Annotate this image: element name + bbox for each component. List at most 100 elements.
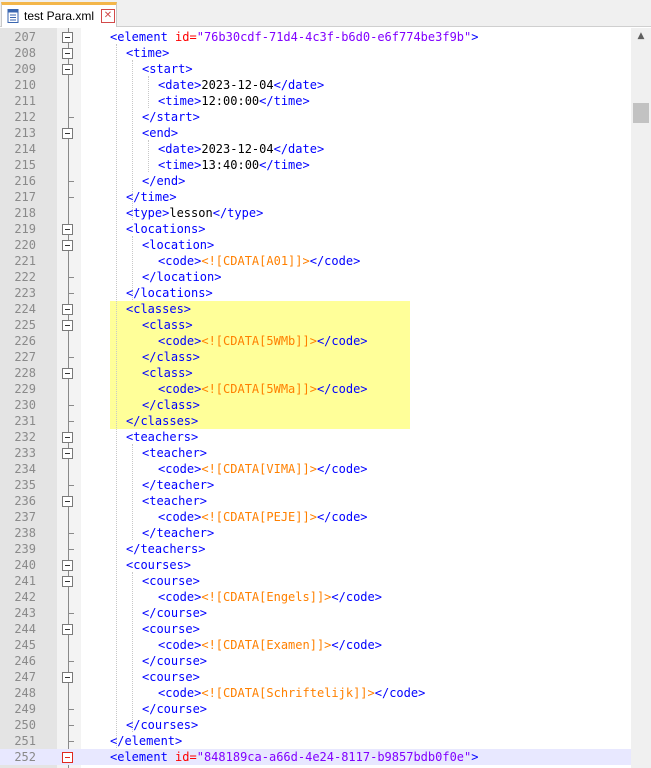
code-line[interactable]: 217 </time> — [0, 189, 631, 205]
code-line[interactable]: 214 <date>2023-12-04</date> — [0, 141, 631, 157]
code-text: <start> — [142, 62, 193, 76]
code-line[interactable]: 242 <code><![CDATA[Engels]]></code> — [0, 589, 631, 605]
fold-toggle-icon[interactable] — [62, 320, 73, 331]
scroll-up-icon[interactable]: ▲ — [631, 28, 651, 45]
fold-toggle-icon[interactable] — [62, 304, 73, 315]
code-line[interactable]: 232 <teachers> — [0, 429, 631, 445]
code-line[interactable]: 225 <class> — [0, 317, 631, 333]
fold-end-marker — [68, 197, 74, 198]
fold-toggle-icon[interactable] — [62, 624, 73, 635]
code-line[interactable]: 213 <end> — [0, 125, 631, 141]
fold-toggle-icon[interactable] — [62, 368, 73, 379]
line-number: 213 — [14, 126, 36, 140]
line-number: 226 — [14, 334, 36, 348]
fold-toggle-icon[interactable] — [62, 560, 73, 571]
code-text: </teachers> — [126, 542, 206, 556]
code-line[interactable]: 210 <date>2023-12-04</date> — [0, 77, 631, 93]
fold-end-marker — [68, 725, 74, 726]
code-line[interactable]: 228 <class> — [0, 365, 631, 381]
line-number: 242 — [14, 590, 36, 604]
line-number: 234 — [14, 462, 36, 476]
fold-toggle-icon[interactable] — [62, 672, 73, 683]
code-text: <date>2023-12-04</date> — [158, 142, 325, 156]
line-number: 250 — [14, 718, 36, 732]
code-line[interactable]: 212 </start> — [0, 109, 631, 125]
code-text: </teacher> — [142, 526, 215, 540]
code-line[interactable]: 219 <locations> — [0, 221, 631, 237]
code-line[interactable]: 218 <type>lesson</type> — [0, 205, 631, 221]
code-line[interactable]: 220 <location> — [0, 237, 631, 253]
code-line[interactable]: 207 <element id="76b30cdf-71d4-4c3f-b6d0-… — [0, 29, 631, 45]
fold-toggle-icon[interactable] — [62, 432, 73, 443]
code-line[interactable]: 241 <course> — [0, 573, 631, 589]
code-text: <location> — [142, 238, 215, 252]
fold-toggle-icon[interactable] — [62, 448, 73, 459]
tab-title: test Para.xml — [24, 9, 95, 23]
close-icon[interactable]: ✕ — [101, 9, 115, 23]
code-text: </class> — [142, 350, 200, 364]
code-line[interactable]: 240 <courses> — [0, 557, 631, 573]
code-line[interactable]: 245 <code><![CDATA[Examen]]></code> — [0, 637, 631, 653]
code-line[interactable]: 223 </locations> — [0, 285, 631, 301]
tab-test-para-xml[interactable]: test Para.xml ✕ — [1, 2, 117, 27]
code-line[interactable]: 246 </course> — [0, 653, 631, 669]
code-line[interactable]: 250 </courses> — [0, 717, 631, 733]
line-number: 233 — [14, 446, 36, 460]
code-text: <element id="76b30cdf-71d4-4c3f-b6d0-e6f… — [110, 30, 479, 44]
fold-toggle-icon[interactable] — [62, 224, 73, 235]
code-line[interactable]: 216 </end> — [0, 173, 631, 189]
line-number: 211 — [14, 94, 36, 108]
code-line[interactable]: 231 </classes> — [0, 413, 631, 429]
fold-toggle-icon[interactable] — [62, 64, 73, 75]
code-line[interactable]: 208 <time> — [0, 45, 631, 61]
code-line[interactable]: 249 </course> — [0, 701, 631, 717]
code-text: <class> — [142, 366, 193, 380]
code-line[interactable]: 234 <code><![CDATA[VIMA]]></code> — [0, 461, 631, 477]
code-text: <time>13:40:00</time> — [158, 158, 310, 172]
code-line[interactable]: 226 <code><![CDATA[5WMb]]></code> — [0, 333, 631, 349]
fold-end-marker — [68, 357, 74, 358]
code-text: <code><![CDATA[VIMA]]></code> — [158, 462, 368, 476]
code-line[interactable]: 252 <element id="848189ca-a66d-4e24-8117-… — [0, 749, 631, 765]
fold-toggle-icon[interactable] — [62, 496, 73, 507]
code-text: </course> — [142, 702, 208, 716]
code-text: <teacher> — [142, 494, 208, 508]
code-text: </time> — [126, 190, 177, 204]
code-editor[interactable]: 207 <element id="76b30cdf-71d4-4c3f-b6d0-… — [0, 28, 631, 768]
code-text: <code><![CDATA[5WMa]]></code> — [158, 382, 368, 396]
code-line[interactable]: 215 <time>13:40:00</time> — [0, 157, 631, 173]
code-line[interactable]: 211 <time>12:00:00</time> — [0, 93, 631, 109]
fold-toggle-icon[interactable] — [62, 752, 73, 763]
code-line[interactable]: 235 </teacher> — [0, 477, 631, 493]
vertical-scrollbar[interactable]: ▲ — [631, 28, 651, 768]
scrollbar-thumb[interactable] — [633, 103, 649, 123]
fold-toggle-icon[interactable] — [62, 32, 73, 43]
code-line[interactable]: 238 </teacher> — [0, 525, 631, 541]
code-line[interactable]: 233 <teacher> — [0, 445, 631, 461]
code-line[interactable]: 209 <start> — [0, 61, 631, 77]
code-line[interactable]: 247 <course> — [0, 669, 631, 685]
code-line[interactable]: 251 </element> — [0, 733, 631, 749]
code-line[interactable]: 229 <code><![CDATA[5WMa]]></code> — [0, 381, 631, 397]
code-text: <element id="848189ca-a66d-4e24-8117-b98… — [110, 750, 479, 764]
code-line[interactable]: 244 <course> — [0, 621, 631, 637]
code-line[interactable]: 227 </class> — [0, 349, 631, 365]
fold-toggle-icon[interactable] — [62, 576, 73, 587]
fold-toggle-icon[interactable] — [62, 128, 73, 139]
code-line[interactable]: 236 <teacher> — [0, 493, 631, 509]
line-number: 224 — [14, 302, 36, 316]
code-line[interactable]: 239 </teachers> — [0, 541, 631, 557]
code-line[interactable]: 237 <code><![CDATA[PEJE]]></code> — [0, 509, 631, 525]
code-line[interactable]: 221 <code><![CDATA[A01]]></code> — [0, 253, 631, 269]
code-line[interactable]: 243 </course> — [0, 605, 631, 621]
code-line[interactable]: 230 </class> — [0, 397, 631, 413]
fold-toggle-icon[interactable] — [62, 240, 73, 251]
fold-end-marker — [68, 181, 74, 182]
code-text: </classes> — [126, 414, 199, 428]
line-number: 218 — [14, 206, 36, 220]
line-number: 215 — [14, 158, 36, 172]
fold-toggle-icon[interactable] — [62, 48, 73, 59]
code-line[interactable]: 222 </location> — [0, 269, 631, 285]
code-line[interactable]: 248 <code><![CDATA[Schriftelijk]]></code> — [0, 685, 631, 701]
code-line[interactable]: 224 <classes> — [0, 301, 631, 317]
